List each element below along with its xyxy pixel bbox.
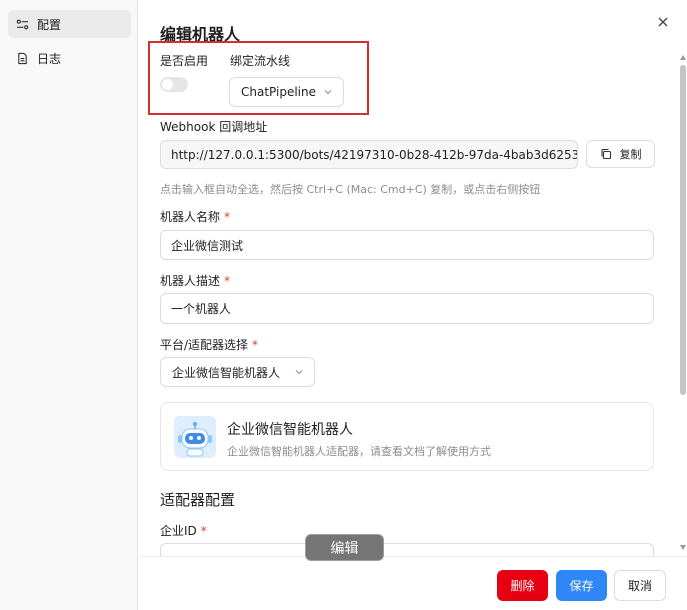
sidebar: 配置 日志	[0, 0, 138, 610]
close-icon[interactable]	[655, 14, 671, 30]
required-mark: *	[224, 210, 231, 224]
webhook-url-value: http://127.0.0.1:5300/bots/42197310-0b28…	[171, 147, 578, 162]
pipeline-select[interactable]: ChatPipeline	[229, 77, 344, 107]
corp-id-label-text: 企业ID	[160, 524, 197, 538]
toggle-knob	[162, 79, 173, 90]
chevron-down-icon	[324, 90, 332, 95]
adapter-card-title: 企业微信智能机器人	[227, 422, 353, 438]
platform-label: 平台/适配器选择 *	[160, 336, 258, 353]
sidebar-item-logs[interactable]: 日志	[8, 44, 131, 72]
pipeline-label: 绑定流水线	[230, 54, 291, 68]
edit-tooltip: 编辑	[305, 534, 384, 561]
webhook-label: Webhook 回调地址	[160, 120, 268, 134]
bot-desc-input[interactable]: 一个机器人	[160, 293, 654, 324]
bot-name-value: 企业微信测试	[171, 238, 244, 253]
pipeline-select-value: ChatPipeline	[241, 85, 317, 99]
bot-name-label: 机器人名称 *	[160, 208, 230, 225]
platform-select-value: 企业微信智能机器人	[172, 365, 281, 380]
copy-button-label: 复制	[619, 148, 642, 161]
scroll-up-arrow[interactable]	[680, 55, 686, 60]
adapter-card: 企业微信智能机器人 企业微信智能机器人适配器，请查看文档了解使用方式	[160, 402, 654, 471]
document-icon	[18, 52, 27, 64]
scroll-down-arrow[interactable]	[680, 545, 686, 550]
bot-desc-value: 一个机器人	[171, 302, 232, 316]
save-button[interactable]: 保存	[556, 570, 607, 601]
bot-name-label-text: 机器人名称	[160, 210, 221, 224]
scrollbar[interactable]	[679, 55, 687, 550]
enable-label: 是否启用	[160, 54, 209, 68]
sidebar-item-label: 日志	[37, 51, 62, 66]
bot-desc-label: 机器人描述 *	[160, 272, 230, 289]
scrollbar-thumb[interactable]	[680, 65, 686, 395]
required-mark: *	[224, 274, 231, 288]
adapter-config-title: 适配器配置	[160, 491, 236, 509]
sidebar-item-label: 配置	[37, 17, 62, 32]
dialog-footer: 删除 保存 取消	[139, 556, 687, 610]
corp-id-input[interactable]	[160, 543, 654, 556]
form-scroll-area: 编辑机器人 是否启用 绑定流水线 ChatPipeline Webhook 回调…	[139, 0, 687, 556]
sliders-icon	[16, 19, 29, 29]
sidebar-item-config[interactable]: 配置	[8, 10, 131, 38]
copy-button[interactable]: 复制	[586, 140, 655, 168]
delete-button[interactable]: 删除	[497, 570, 548, 601]
edit-bot-dialog: 编辑机器人 是否启用 绑定流水线 ChatPipeline Webhook 回调…	[139, 0, 687, 610]
robot-icon	[174, 416, 216, 458]
bot-name-input[interactable]: 企业微信测试	[160, 230, 654, 260]
required-mark: *	[200, 524, 207, 538]
chevron-down-icon	[295, 370, 303, 375]
corp-id-label: 企业ID *	[160, 522, 207, 539]
required-mark: *	[252, 338, 259, 352]
bot-desc-label-text: 机器人描述	[160, 274, 221, 288]
webhook-hint: 点击输入框自动全选，然后按 Ctrl+C (Mac: Cmd+C) 复制，或点击…	[160, 183, 541, 196]
adapter-card-description: 企业微信智能机器人适配器，请查看文档了解使用方式	[227, 445, 491, 458]
platform-label-text: 平台/适配器选择	[160, 338, 249, 352]
webhook-url-field[interactable]: http://127.0.0.1:5300/bots/42197310-0b28…	[160, 140, 578, 169]
copy-icon	[600, 148, 611, 160]
enable-toggle[interactable]	[160, 77, 188, 92]
platform-select[interactable]: 企业微信智能机器人	[160, 357, 315, 387]
cancel-button[interactable]: 取消	[614, 570, 666, 601]
